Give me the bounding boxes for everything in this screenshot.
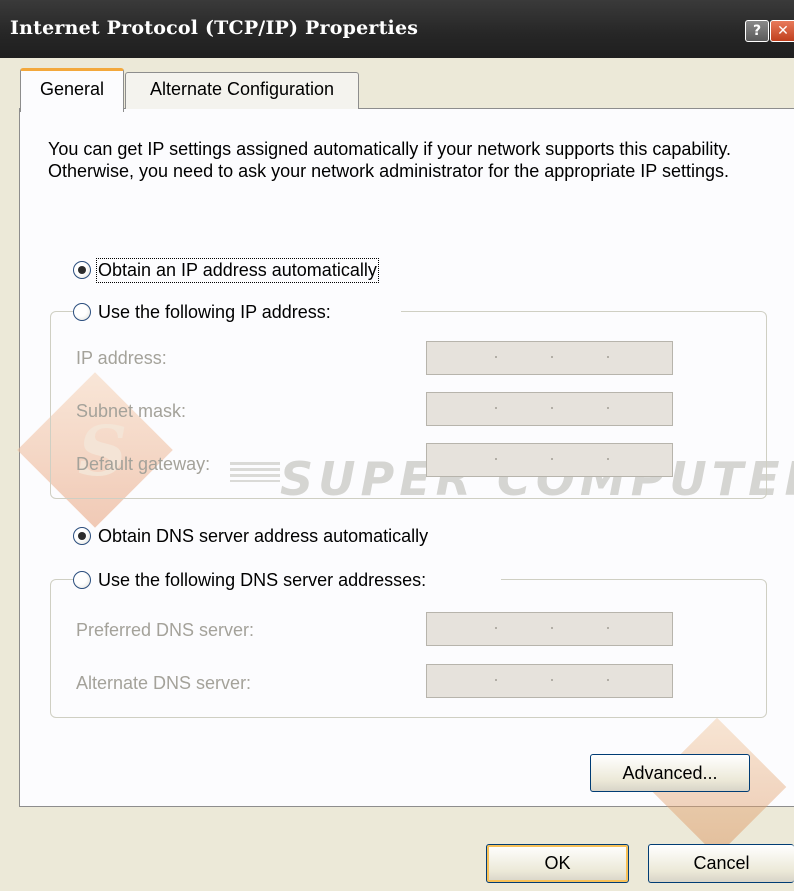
help-button[interactable]: ?: [745, 20, 769, 42]
octet-separator: [607, 407, 609, 409]
subnet-mask-input[interactable]: [426, 392, 673, 426]
ip-address-label: IP address:: [76, 348, 167, 368]
octet-separator: [495, 627, 497, 629]
preferred-dns-input[interactable]: [426, 612, 673, 646]
cancel-button[interactable]: Cancel: [648, 844, 794, 883]
close-icon: ✕: [777, 23, 789, 39]
tab-alternate-configuration-label: Alternate Configuration: [149, 79, 335, 99]
intro-text: You can get IP settings assigned automat…: [48, 139, 732, 181]
use-following-ip-radio[interactable]: [73, 303, 91, 321]
use-following-ip-label: Use the following IP address:: [98, 302, 331, 322]
tab-general-label: General: [39, 79, 105, 99]
use-following-dns-option[interactable]: Use the following DNS server addresses:: [73, 570, 501, 592]
octet-separator: [551, 356, 553, 358]
octet-separator: [607, 627, 609, 629]
octet-separator: [551, 627, 553, 629]
octet-separator: [495, 458, 497, 460]
octet-separator: [607, 356, 609, 358]
ip-address-input[interactable]: [426, 341, 673, 375]
octet-separator: [607, 679, 609, 681]
octet-separator: [607, 458, 609, 460]
default-gateway-input[interactable]: [426, 443, 673, 477]
octet-separator: [495, 356, 497, 358]
default-gateway-label: Default gateway:: [76, 454, 211, 474]
advanced-button[interactable]: Advanced...: [590, 754, 750, 792]
window-title: Internet Protocol (TCP/IP) Properties: [10, 17, 419, 39]
tab-alternate-configuration[interactable]: Alternate Configuration: [125, 72, 359, 109]
octet-separator: [551, 458, 553, 460]
octet-separator: [495, 407, 497, 409]
help-icon: ?: [752, 23, 762, 39]
obtain-dns-auto-option[interactable]: Obtain DNS server address automatically: [73, 526, 503, 548]
octet-separator: [551, 407, 553, 409]
octet-separator: [551, 679, 553, 681]
title-bar[interactable]: Internet Protocol (TCP/IP) Properties ? …: [0, 0, 794, 58]
obtain-ip-auto-option[interactable]: Obtain an IP address automatically: [73, 258, 453, 283]
obtain-ip-auto-label: Obtain an IP address automatically: [96, 258, 379, 283]
octet-separator: [495, 679, 497, 681]
obtain-ip-auto-radio[interactable]: [73, 261, 91, 279]
obtain-dns-auto-radio[interactable]: [73, 527, 91, 545]
alternate-dns-label: Alternate DNS server:: [76, 673, 252, 693]
use-following-ip-option[interactable]: Use the following IP address:: [73, 302, 401, 324]
alternate-dns-input[interactable]: [426, 664, 673, 698]
obtain-dns-auto-label: Obtain DNS server address automatically: [98, 526, 429, 546]
preferred-dns-label: Preferred DNS server:: [76, 620, 255, 640]
close-button[interactable]: ✕: [770, 20, 794, 42]
use-following-dns-label: Use the following DNS server addresses:: [98, 570, 427, 590]
ok-button[interactable]: OK: [486, 844, 629, 883]
use-following-dns-radio[interactable]: [73, 571, 91, 589]
tab-general[interactable]: General: [20, 68, 124, 112]
subnet-mask-label: Subnet mask:: [76, 401, 187, 421]
